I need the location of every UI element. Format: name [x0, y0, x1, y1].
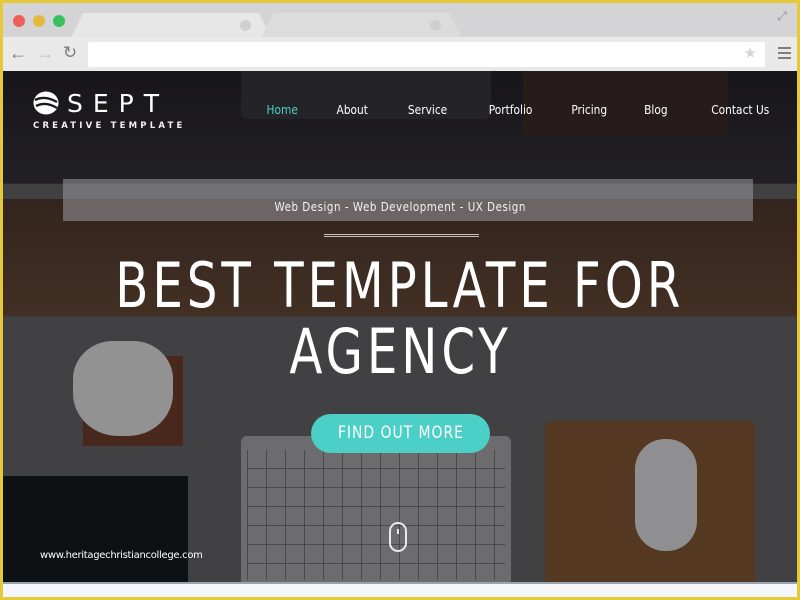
tab-close-icon[interactable]	[240, 20, 251, 31]
back-arrow-icon[interactable]: ←	[8, 43, 28, 63]
hero-section: SEPT CREATIVE TEMPLATE Home About Servic…	[3, 71, 797, 582]
find-out-more-button[interactable]: FIND OUT MORE	[311, 414, 490, 453]
hero-headline: BEST TEMPLATE FOR AGENCY	[3, 253, 797, 385]
scroll-down-icon[interactable]	[389, 522, 407, 552]
nav-item-about[interactable]: About	[337, 102, 368, 117]
nav-item-blog[interactable]: Blog	[644, 102, 667, 117]
nav-item-contact-us[interactable]: Contact Us	[711, 102, 769, 117]
maximize-window-button[interactable]	[53, 15, 65, 27]
nav-item-service[interactable]: Service	[408, 102, 447, 117]
main-nav: Home About Service Portfolio Pricing Blo…	[228, 102, 769, 117]
reload-icon[interactable]: ↻	[60, 43, 80, 63]
fullscreen-icon[interactable]: ⤢	[775, 9, 789, 23]
tab-close-icon[interactable]	[430, 20, 441, 31]
hero-subtitle: Web Design - Web Development - UX Design	[274, 200, 526, 214]
logo-tagline: CREATIVE TEMPLATE	[33, 121, 186, 131]
nav-item-pricing[interactable]: Pricing	[571, 102, 607, 117]
tab-active[interactable]	[71, 13, 271, 38]
hamburger-menu-icon[interactable]	[778, 47, 791, 59]
hero-divider	[324, 234, 479, 237]
logo-mark-icon	[33, 91, 59, 115]
browser-toolbar: ← → ↻ ★	[3, 37, 797, 71]
hero-headline-line-2: AGENCY	[288, 315, 512, 388]
minimize-window-button[interactable]	[33, 15, 45, 27]
nav-item-portfolio[interactable]: Portfolio	[488, 102, 532, 117]
hero-headline-line-1: BEST TEMPLATE FOR	[115, 249, 685, 322]
watermark-text: www.heritagechristiancollege.com	[40, 550, 203, 561]
browser-status-bar	[3, 582, 797, 597]
address-bar[interactable]: ★	[88, 42, 765, 67]
bookmark-star-icon[interactable]: ★	[744, 44, 757, 62]
tab-inactive[interactable]	[261, 13, 461, 38]
nav-item-home[interactable]: Home	[267, 102, 298, 117]
browser-window: ⤢ ← → ↻ ★ SEPT CREATIVE TEMPLATE Home Ab…	[3, 3, 797, 597]
forward-arrow-icon[interactable]: →	[35, 43, 55, 63]
tab-strip: ⤢	[3, 3, 797, 37]
logo-name: SEPT	[67, 89, 170, 118]
close-window-button[interactable]	[13, 15, 25, 27]
